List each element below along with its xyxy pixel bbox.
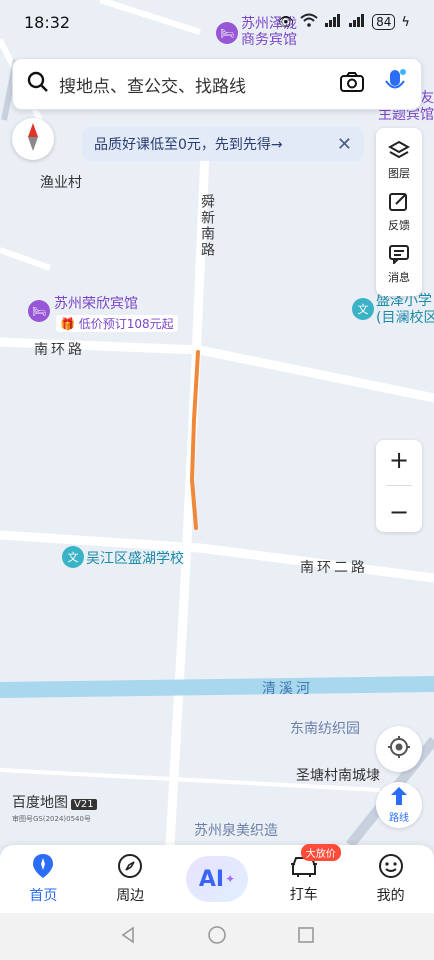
message-icon xyxy=(388,244,410,267)
promo-text[interactable]: 品质好课低至0元，先到先得→ xyxy=(94,134,337,154)
poi-textile-park[interactable]: 东南纺织园 xyxy=(290,718,360,738)
search-input[interactable]: 搜地点、查公交、找路线 xyxy=(59,72,339,97)
taxi-badge: 大放价 xyxy=(300,844,341,861)
map-logo: 百度地图 V21 审图号GS(2024)0540号 xyxy=(12,792,97,824)
home-circle-icon[interactable] xyxy=(207,925,227,949)
zoom-control: + − xyxy=(376,440,422,532)
route-button[interactable]: 路线 xyxy=(376,782,422,828)
poi-school-shengze[interactable]: 盛泽小学 (目澜校区 xyxy=(376,293,434,327)
battery-level: 84 xyxy=(372,14,396,30)
school-icon[interactable]: 文 xyxy=(62,546,84,568)
map-tools-panel: 图层 反馈 消息 xyxy=(376,128,422,296)
tab-mine-label: 我的 xyxy=(376,888,405,904)
route-arrow-icon xyxy=(389,786,409,809)
bottom-tabbar: 首页 周边 AI ✦ 大放价 打车 我的 xyxy=(0,844,434,913)
tab-mine[interactable]: 我的 xyxy=(356,853,426,905)
tab-home[interactable]: 首页 xyxy=(8,853,78,905)
charging-icon: ϟ xyxy=(401,14,410,30)
compass-icon xyxy=(22,122,44,156)
status-bar: 18:32 👁 84 ϟ xyxy=(0,0,434,44)
layers-button[interactable]: 图层 xyxy=(387,140,411,181)
hotel-deal-text: 低价预订108元起 xyxy=(78,317,174,331)
feedback-label: 反馈 xyxy=(388,218,410,232)
system-nav-bar xyxy=(0,913,434,960)
poi-shengtang[interactable]: 圣塘村南城埭 xyxy=(296,765,380,785)
compass-nav-icon xyxy=(117,853,143,883)
school-icon[interactable]: 文 xyxy=(352,298,374,320)
ai-label: AI xyxy=(198,866,225,892)
message-button[interactable]: 消息 xyxy=(388,244,410,285)
feedback-button[interactable]: 反馈 xyxy=(388,192,410,233)
feedback-icon xyxy=(388,192,410,215)
hotel-icon[interactable]: 🛏 xyxy=(28,300,50,322)
signal-icon xyxy=(348,13,366,31)
layers-label: 图层 xyxy=(388,166,410,180)
zoom-out-button[interactable]: − xyxy=(389,498,409,526)
road-label-nanhuan2: 南环二路 xyxy=(300,560,368,576)
tab-nearby-label: 周边 xyxy=(116,888,145,904)
poi-hotel-rongxin[interactable]: 苏州荣欣宾馆 xyxy=(54,293,138,313)
camera-icon[interactable] xyxy=(339,71,365,97)
status-time: 18:32 xyxy=(24,12,71,32)
sparkle-icon: ✦ xyxy=(225,872,236,886)
layers-icon xyxy=(387,140,411,163)
road-label-shunxin: 舜新南路 xyxy=(199,194,215,258)
road-label-nanhuan: 南环路 xyxy=(34,342,85,358)
route-label: 路线 xyxy=(389,813,409,824)
logo-version: V21 xyxy=(71,799,97,810)
search-bar[interactable]: 搜地点、查公交、找路线 xyxy=(12,58,422,110)
zoom-divider xyxy=(386,485,412,487)
logo-text: 百度地图 xyxy=(12,795,68,811)
recent-apps-icon[interactable] xyxy=(297,926,315,948)
locate-button[interactable] xyxy=(376,726,422,772)
back-icon[interactable] xyxy=(119,925,137,948)
tab-taxi[interactable]: 大放价 打车 xyxy=(269,844,341,904)
tab-taxi-label: 打车 xyxy=(289,887,318,903)
compass-button[interactable] xyxy=(12,118,54,160)
hotel-deal-tag[interactable]: 🎁 低价预订108元起 xyxy=(56,315,178,332)
logo-approval: 审图号GS(2024)0540号 xyxy=(12,815,91,823)
poi-school-shenghu[interactable]: 吴江区盛湖学校 xyxy=(86,548,184,568)
tab-ai[interactable]: AI ✦ xyxy=(182,856,252,902)
tab-home-label: 首页 xyxy=(29,888,58,904)
home-pin-icon xyxy=(32,853,54,883)
eye-icon: 👁 xyxy=(277,14,295,30)
poi-quanmei[interactable]: 苏州泉美织造 xyxy=(194,820,278,840)
message-label: 消息 xyxy=(388,270,410,284)
status-icons: 👁 84 ϟ xyxy=(278,13,410,31)
close-icon[interactable]: ✕ xyxy=(337,134,352,155)
gift-icon: 🎁 xyxy=(60,317,75,331)
signal-icon xyxy=(324,13,342,31)
river-label: 清溪河 xyxy=(262,681,313,697)
locate-icon xyxy=(387,735,411,763)
search-icon xyxy=(27,71,49,97)
promo-banner[interactable]: 品质好课低至0元，先到先得→ ✕ xyxy=(82,127,364,161)
village-label: 渔业村 xyxy=(40,175,82,191)
zoom-in-button[interactable]: + xyxy=(389,446,409,474)
voice-icon[interactable] xyxy=(383,68,407,100)
smile-face-icon xyxy=(378,853,404,883)
ai-button[interactable]: AI ✦ xyxy=(185,856,248,902)
tab-nearby[interactable]: 周边 xyxy=(95,853,165,905)
wifi-icon xyxy=(300,13,318,31)
